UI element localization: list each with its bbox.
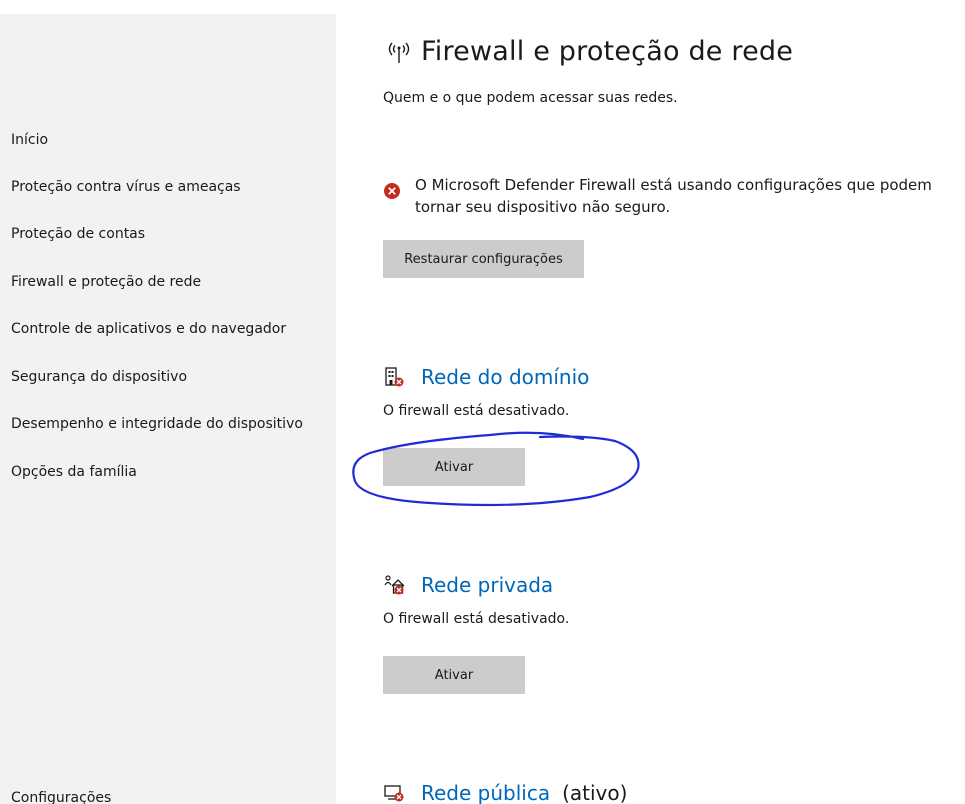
public-network-icon <box>384 785 404 802</box>
sidebar-item-family-options[interactable]: Opções da família <box>11 463 137 481</box>
wireless-signal-icon <box>388 42 410 63</box>
public-network-active-label: (ativo) <box>562 781 628 804</box>
warning-banner: O Microsoft Defender Firewall está usand… <box>383 174 965 218</box>
public-network-title[interactable]: Rede pública <box>421 781 550 804</box>
warning-text: O Microsoft Defender Firewall está usand… <box>415 176 932 216</box>
sidebar-item-device-security[interactable]: Segurança do dispositivo <box>11 368 187 386</box>
sidebar-item-firewall[interactable]: Firewall e proteção de rede <box>11 273 201 291</box>
private-network-icon <box>384 575 405 595</box>
private-network-link[interactable]: Rede privada <box>383 573 553 597</box>
sidebar: Início Proteção contra vírus e ameaças P… <box>0 14 336 804</box>
private-network-activate-button[interactable]: Ativar <box>383 656 525 694</box>
domain-network-icon <box>385 367 404 387</box>
domain-network-activate-button[interactable]: Ativar <box>383 448 525 486</box>
sidebar-item-account-protection[interactable]: Proteção de contas <box>11 225 145 243</box>
sidebar-item-virus-protection[interactable]: Proteção contra vírus e ameaças <box>11 178 241 196</box>
domain-network-status: O firewall está desativado. <box>383 403 570 419</box>
sidebar-item-app-browser-control[interactable]: Controle de aplicativos e do navegador <box>11 320 286 338</box>
page-header: Firewall e proteção de rede <box>383 36 793 67</box>
sidebar-item-device-performance[interactable]: Desempenho e integridade do dispositivo <box>11 415 303 433</box>
restore-settings-button[interactable]: Restaurar configurações <box>383 240 584 278</box>
private-network-status: O firewall está desativado. <box>383 611 570 627</box>
sidebar-item-settings[interactable]: Configurações <box>11 789 111 804</box>
domain-network-link[interactable]: Rede do domínio <box>383 365 589 389</box>
windows-security-firewall-page: Início Proteção contra vírus e ameaças P… <box>0 0 965 804</box>
public-network-row: Rede pública (ativo) <box>383 781 627 804</box>
private-network-title: Rede privada <box>421 573 554 597</box>
domain-network-title: Rede do domínio <box>421 365 590 389</box>
sidebar-item-home[interactable]: Início <box>11 131 48 149</box>
page-subtitle: Quem e o que podem acessar suas redes. <box>383 90 678 106</box>
error-circle-icon <box>384 183 400 199</box>
page-title: Firewall e proteção de rede <box>421 36 794 67</box>
